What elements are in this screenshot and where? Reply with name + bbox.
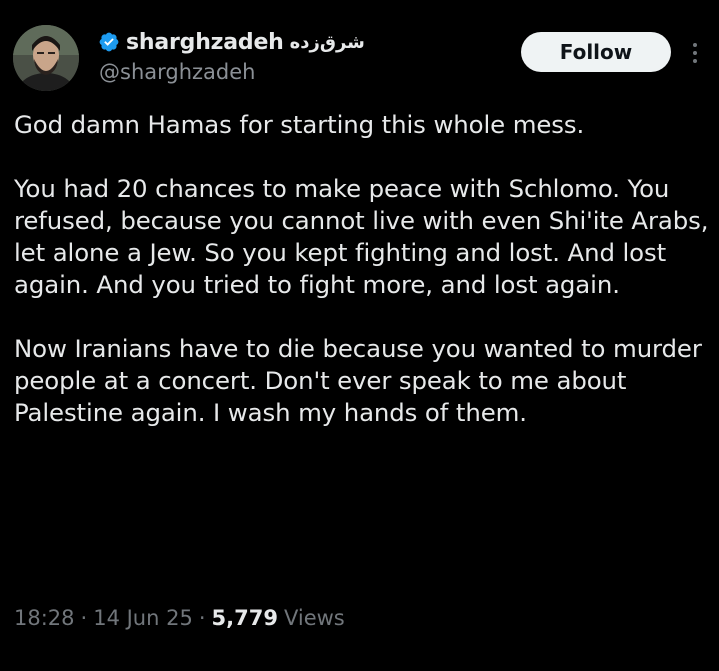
dot-icon — [693, 43, 697, 47]
meta-separator: · — [80, 606, 88, 630]
display-name-persian: شرق‌زده — [289, 31, 365, 53]
verified-badge-icon — [98, 31, 120, 53]
author-handle[interactable]: @sharghzadeh — [99, 60, 255, 84]
display-name[interactable]: sharghzadeh — [126, 30, 284, 55]
more-options-icon[interactable] — [685, 36, 705, 70]
author-name-row[interactable]: sharghzadeh شرق‌زده — [98, 27, 365, 57]
tweet-time[interactable]: 18:28 — [14, 606, 75, 630]
views-label[interactable]: Views — [284, 606, 345, 630]
tweet-date[interactable]: 14 Jun 25 — [93, 606, 193, 630]
dot-icon — [693, 59, 697, 63]
tweet-paragraph: You had 20 chances to make peace with Sc… — [14, 174, 709, 299]
avatar[interactable] — [13, 25, 79, 91]
tweet-paragraph: Now Iranians have to die because you wan… — [14, 334, 702, 427]
tweet-paragraph: God damn Hamas for starting this whole m… — [14, 110, 585, 139]
views-count[interactable]: 5,779 — [212, 606, 278, 630]
tweet-text: God damn Hamas for starting this whole m… — [14, 109, 714, 429]
tweet-meta: 18:28 · 14 Jun 25 · 5,779 Views — [14, 606, 345, 630]
tweet-card: sharghzadeh شرق‌زده @sharghzadeh Follow … — [0, 0, 719, 671]
avatar-photo-icon — [13, 25, 79, 91]
follow-button[interactable]: Follow — [521, 32, 671, 72]
dot-icon — [693, 51, 697, 55]
meta-separator: · — [198, 606, 206, 630]
